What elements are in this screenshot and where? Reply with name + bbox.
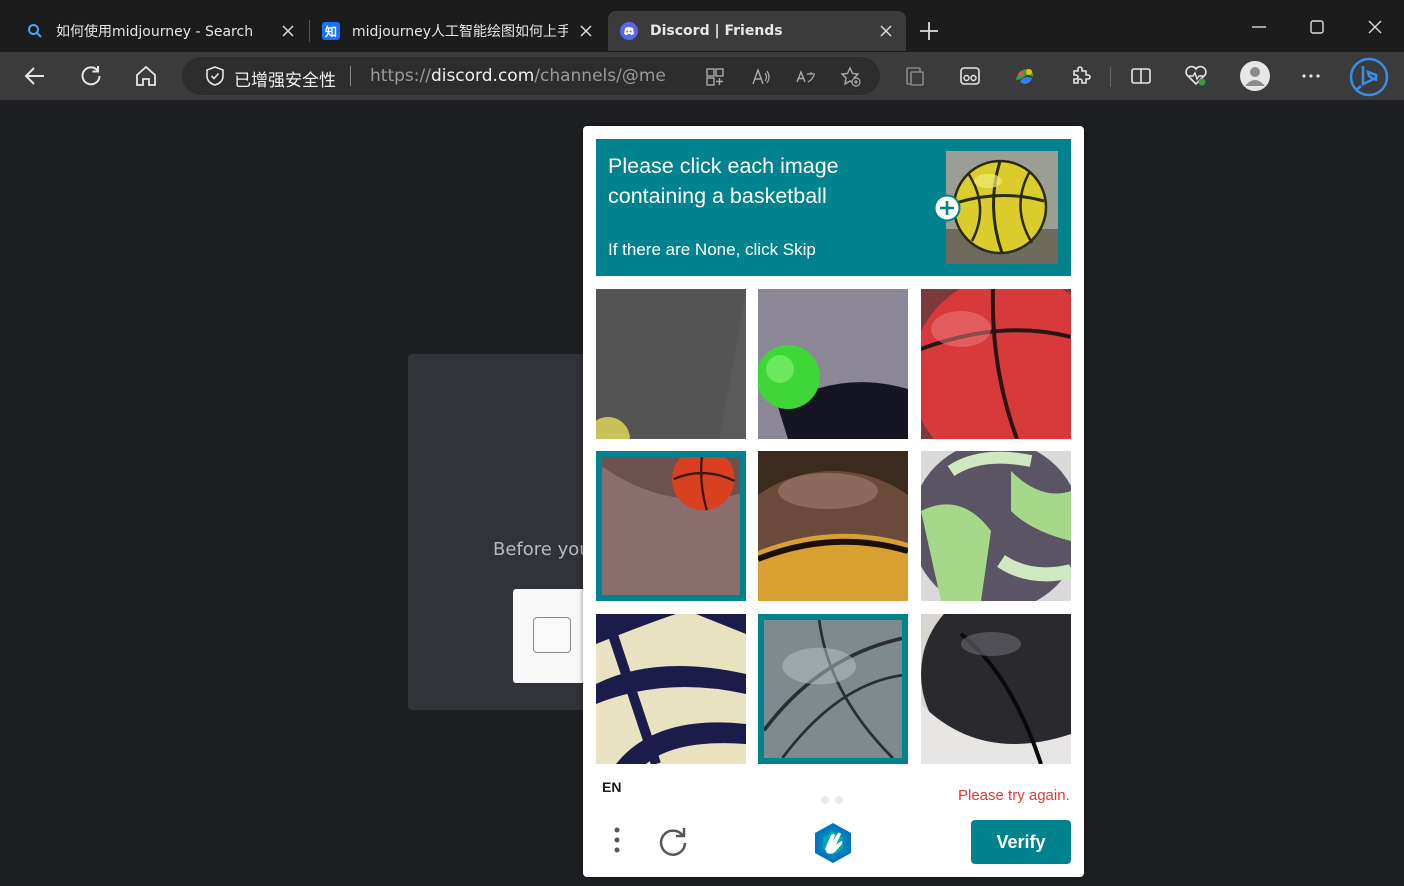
tab-title: midjourney人工智能绘图如何上手 xyxy=(352,24,568,40)
url-scheme: https:// xyxy=(370,66,431,86)
app-grid-icon[interactable] xyxy=(704,66,726,88)
menu-dots-icon[interactable] xyxy=(607,825,627,859)
close-icon[interactable] xyxy=(280,23,296,39)
image-tile-8[interactable] xyxy=(758,614,908,764)
tab-title: Discord | Friends xyxy=(650,23,783,39)
red-ball-image xyxy=(921,289,1071,439)
verification-text: Before you xyxy=(493,539,591,560)
refresh-icon[interactable] xyxy=(78,63,104,89)
image-tile-6[interactable] xyxy=(921,451,1071,601)
extensions-icon[interactable] xyxy=(1067,63,1093,89)
tab-search[interactable]: 如何使用midjourney - Search xyxy=(14,11,308,51)
maximize-icon[interactable] xyxy=(1304,14,1330,40)
divider xyxy=(350,66,351,86)
image-tile-9[interactable] xyxy=(921,614,1071,764)
more-icon[interactable] xyxy=(1298,63,1324,89)
brown-ball-image xyxy=(758,451,908,601)
hcaptcha-logo-icon xyxy=(815,823,851,863)
profile-avatar-icon[interactable] xyxy=(1239,60,1271,92)
example-basketball-image xyxy=(946,151,1058,264)
image-tile-3[interactable] xyxy=(921,289,1071,439)
page-dot xyxy=(821,796,829,804)
page-indicator xyxy=(821,789,849,808)
reload-challenge-icon[interactable] xyxy=(657,825,689,859)
tennis-ball-image xyxy=(758,289,908,439)
zhihu-icon: 知 xyxy=(322,22,340,40)
color-extension-icon[interactable] xyxy=(1012,63,1038,89)
toolbar: 已增强安全性 https://discord.com/channels/@me xyxy=(0,52,1404,100)
close-window-icon[interactable] xyxy=(1362,14,1388,40)
url-host: discord.com xyxy=(430,66,535,86)
zoom-example-icon[interactable] xyxy=(933,194,961,222)
prompt-text: Please click each image containing a bas… xyxy=(608,154,839,208)
browser-essentials-icon[interactable] xyxy=(1183,63,1209,89)
favorite-add-icon[interactable] xyxy=(840,66,862,88)
image-tile-7[interactable] xyxy=(596,614,746,764)
back-icon[interactable] xyxy=(22,63,48,89)
search-icon xyxy=(26,22,44,40)
image-grid xyxy=(596,289,1071,764)
captcha-challenge: Please click each image containing a bas… xyxy=(583,126,1084,877)
tab-bar: 如何使用midjourney - Search 知 midjourney人工智能… xyxy=(0,0,1404,56)
discord-icon xyxy=(620,22,638,40)
challenge-prompt: Please click each image containing a bas… xyxy=(596,139,1071,276)
image-tile-5[interactable] xyxy=(758,451,908,601)
bing-copilot-icon[interactable] xyxy=(1348,56,1390,98)
split-screen-icon[interactable] xyxy=(1128,63,1154,89)
tab-title: 如何使用midjourney - Search xyxy=(56,24,254,40)
image-tile-4[interactable] xyxy=(596,451,746,601)
translate-icon[interactable] xyxy=(795,66,817,88)
gray-ball-image xyxy=(764,620,902,758)
minimize-icon[interactable] xyxy=(1246,14,1272,40)
tab-discord[interactable]: Discord | Friends xyxy=(608,11,906,51)
verify-button[interactable]: Verify xyxy=(971,820,1071,864)
black-white-ball-image xyxy=(921,614,1071,764)
toolbar-divider xyxy=(1110,67,1111,87)
collections-icon[interactable] xyxy=(902,63,928,89)
page-dot xyxy=(835,796,843,804)
error-message: Please try again. xyxy=(958,787,1070,804)
security-label[interactable]: 已增强安全性 xyxy=(234,66,336,91)
image-tile-2[interactable] xyxy=(758,289,908,439)
image-tile-1[interactable] xyxy=(596,289,746,439)
basketball-on-ground-image xyxy=(602,457,740,595)
read-aloud-icon[interactable] xyxy=(750,66,772,88)
url-path: /channels/@me xyxy=(534,66,666,86)
shield-icon[interactable] xyxy=(204,65,226,87)
captcha-checkbox[interactable] xyxy=(533,617,571,653)
home-icon[interactable] xyxy=(133,63,159,89)
close-icon[interactable] xyxy=(878,23,894,39)
prompt-hint: If there are None, click Skip xyxy=(608,240,816,259)
tab-zhihu[interactable]: 知 midjourney人工智能绘图如何上手 xyxy=(310,11,606,51)
striped-ball-image xyxy=(596,614,746,764)
green-volleyball-image xyxy=(921,451,1071,601)
close-icon[interactable] xyxy=(578,23,594,39)
address-bar[interactable]: 已增强安全性 https://discord.com/channels/@me xyxy=(182,57,880,95)
url-text[interactable]: https://discord.com/channels/@me xyxy=(370,66,666,86)
asphalt-image xyxy=(596,289,746,439)
new-tab-icon[interactable] xyxy=(916,18,942,44)
language-selector[interactable]: EN xyxy=(602,779,621,795)
glasses-icon[interactable] xyxy=(957,63,983,89)
